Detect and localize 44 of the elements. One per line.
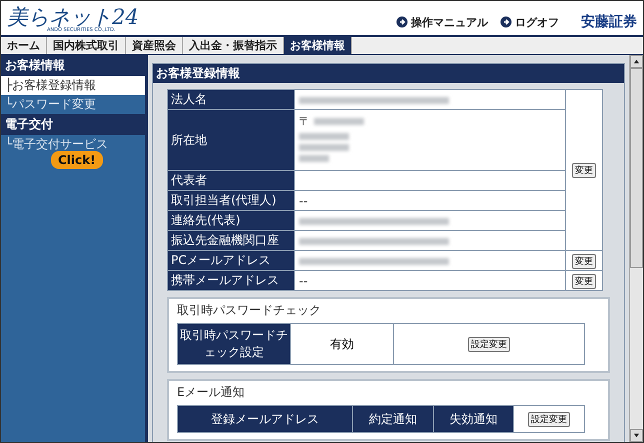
change-button[interactable]: 変更 xyxy=(572,274,596,288)
blurred-text xyxy=(299,133,349,140)
setting-label: 取引時パスワードチェック設定 xyxy=(178,324,290,364)
field-label: 取引担当者(代理人) xyxy=(168,190,294,210)
blurred-text xyxy=(314,118,364,125)
sidebar-item[interactable]: ├お客様登録情報 xyxy=(1,76,145,95)
sidebar-heading: お客様情報 xyxy=(1,55,145,76)
scrollbar[interactable] xyxy=(629,55,643,442)
column-header: 失効通知 xyxy=(433,406,514,432)
postal-mark: 〒 xyxy=(299,114,310,129)
logo-text: 美らネット24 xyxy=(7,7,139,28)
scroll-down-icon[interactable] xyxy=(630,429,643,442)
field-label: 振込先金融機関口座 xyxy=(168,230,294,250)
change-button[interactable]: 変更 xyxy=(572,254,596,268)
column-header: 約定通知 xyxy=(352,406,434,432)
arrow-circle-icon xyxy=(396,16,408,28)
field-label: PCメールアドレス xyxy=(168,250,294,270)
sidebar-heading: 電子交付 xyxy=(1,114,145,135)
blurred-text xyxy=(299,144,349,151)
header-link[interactable]: ログオフ xyxy=(515,14,559,30)
change-button[interactable]: 変更 xyxy=(572,163,596,178)
scroll-up-icon[interactable] xyxy=(630,55,643,68)
column-header: 登録メールアドレス xyxy=(178,406,353,432)
setting-value: 有効 xyxy=(290,324,394,364)
nav-tab[interactable]: お客様情報 xyxy=(284,37,352,54)
scroll-thumb[interactable] xyxy=(630,68,643,268)
click-callout: Click! xyxy=(51,151,103,169)
section-title: 取引時パスワードチェック xyxy=(177,302,322,319)
brand-name: 安藤証券 xyxy=(581,13,637,31)
field-value: -- xyxy=(294,270,566,290)
blurred-text xyxy=(299,155,329,162)
settings-change-button[interactable]: 設定変更 xyxy=(468,337,510,352)
sidebar-item[interactable]: └パスワード変更 xyxy=(1,95,145,114)
field-label: 所在地 xyxy=(168,110,294,170)
section-title: Eメール通知 xyxy=(177,384,246,401)
field-label: 携帯メールアドレス xyxy=(168,270,294,290)
field-label: 代表者 xyxy=(168,170,294,190)
field-label: 法人名 xyxy=(168,90,294,110)
field-label: 連絡先(代表) xyxy=(168,210,294,230)
settings-change-button[interactable]: 設定変更 xyxy=(528,412,570,427)
panel-title: お客様登録情報 xyxy=(153,64,624,83)
arrow-circle-icon xyxy=(500,16,512,28)
header-link[interactable]: 操作マニュアル xyxy=(411,14,488,30)
sidebar-item[interactable]: └電子交付サービス xyxy=(1,135,145,154)
